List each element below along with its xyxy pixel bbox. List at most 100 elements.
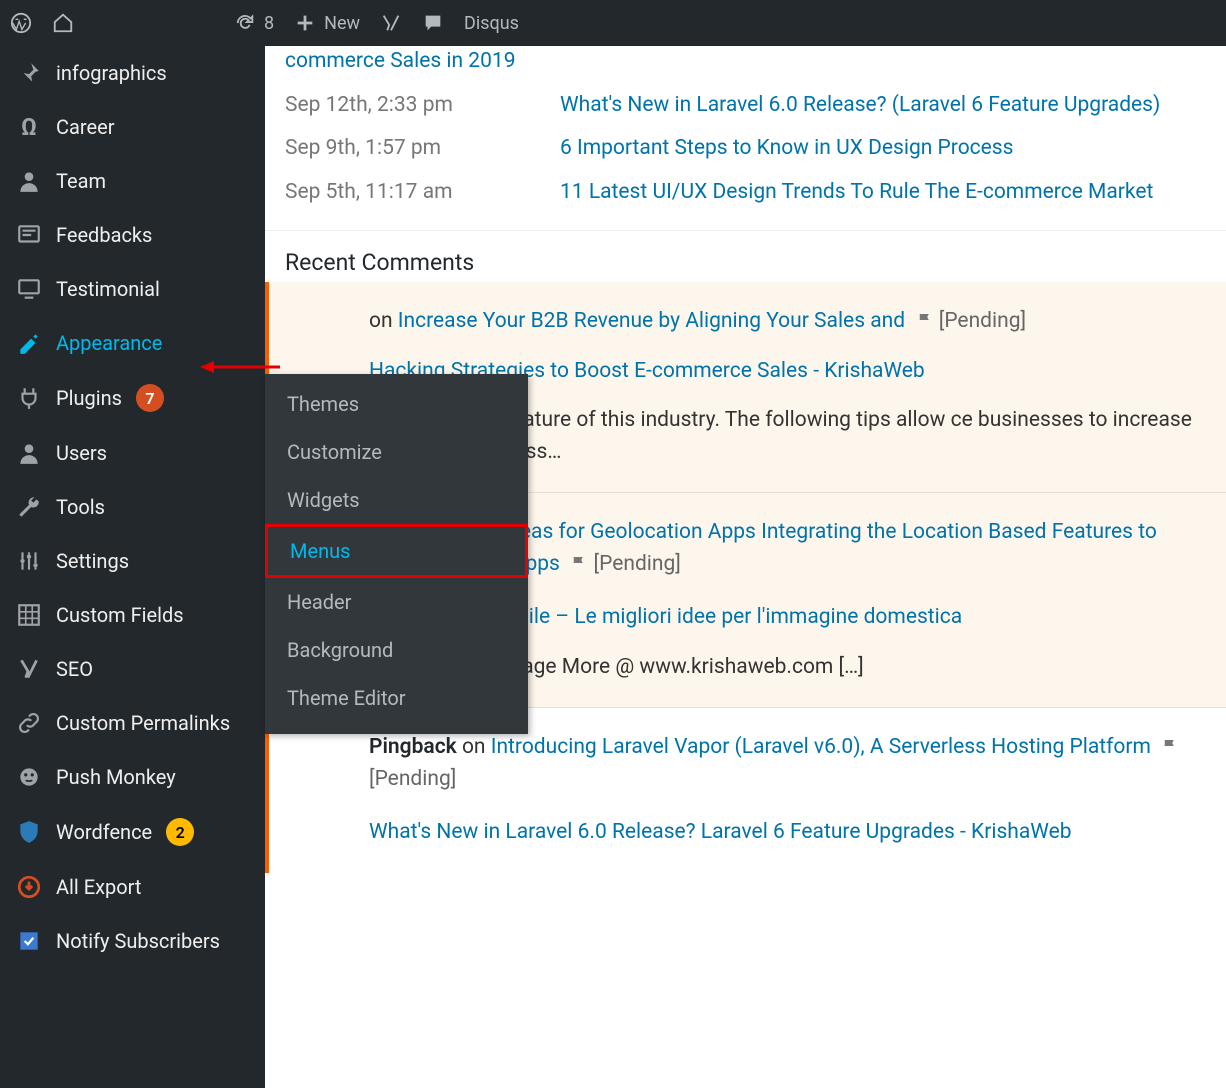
submenu-item-header[interactable]: Header — [265, 578, 528, 626]
post-date: Sep 5th, 11:17 am — [285, 177, 520, 209]
disqus-label: Disqus — [464, 13, 519, 34]
comments-link[interactable] — [412, 12, 454, 34]
wrench-icon — [16, 494, 42, 520]
sidebar-item-label: Push Monkey — [56, 765, 176, 789]
post-link-truncated[interactable]: commerce Sales in 2019 — [285, 49, 516, 73]
admin-sidebar: infographics Ω Career Team Feedbacks Testimon… — [0, 46, 265, 1088]
user-icon — [16, 440, 42, 466]
plugin-icon — [16, 385, 42, 411]
submenu-item-themes[interactable]: Themes — [265, 380, 528, 428]
sidebar-item-label: Feedbacks — [56, 223, 152, 247]
home-icon — [52, 12, 74, 34]
post-link[interactable]: 11 Latest UI/UX Design Trends To Rule Th… — [560, 177, 1153, 209]
comment-target-link[interactable]: Introducing Laravel Vapor (Laravel v6.0)… — [491, 735, 1151, 759]
comment-on: on — [457, 735, 491, 759]
recent-posts: commerce Sales in 2019 Sep 12th, 2:33 pm… — [265, 46, 1226, 231]
flag-icon — [570, 554, 588, 572]
new-content-link[interactable]: New — [284, 12, 370, 34]
site-home[interactable] — [42, 12, 84, 34]
post-link[interactable]: What's New in Laravel 6.0 Release? (Lara… — [560, 90, 1160, 122]
appearance-submenu: ThemesCustomizeWidgetsMenusHeaderBackgro… — [265, 374, 528, 734]
badge: 2 — [166, 818, 194, 846]
feedback-icon — [16, 222, 42, 248]
sidebar-item-career[interactable]: Ω Career — [0, 100, 265, 154]
submenu-item-background[interactable]: Background — [265, 626, 528, 674]
submenu-item-theme-editor[interactable]: Theme Editor — [265, 674, 528, 722]
plus-icon — [294, 12, 316, 34]
flag-icon — [1161, 737, 1179, 755]
sidebar-item-custom-permalinks[interactable]: Custom Permalinks — [0, 696, 265, 750]
updates-link[interactable]: 8 — [224, 12, 284, 34]
comment-icon — [422, 12, 444, 34]
sidebar-item-label: Custom Permalinks — [56, 711, 230, 735]
pin-icon — [16, 60, 42, 86]
monkey-icon — [16, 764, 42, 790]
notify-icon — [16, 928, 42, 954]
sidebar-item-team[interactable]: Team — [0, 154, 265, 208]
badge: 7 — [136, 384, 164, 412]
wp-admin-bar: 8 New Disqus — [0, 0, 1226, 46]
recent-comments-heading: Recent Comments — [265, 231, 1226, 282]
sidebar-item-settings[interactable]: Settings — [0, 534, 265, 588]
post-row: Sep 9th, 1:57 pm 6 Important Steps to Kno… — [285, 133, 1206, 165]
sidebar-item-label: SEO — [56, 657, 93, 681]
sidebar-item-testimonial[interactable]: Testimonial — [0, 262, 265, 316]
refresh-icon — [234, 12, 256, 34]
pending-flag: [Pending] — [570, 552, 681, 576]
sidebar-item-label: Career — [56, 115, 114, 139]
testimonial-icon — [16, 276, 42, 302]
sidebar-item-label: Wordfence — [56, 820, 152, 844]
post-row: Sep 12th, 2:33 pm What's New in Laravel 6… — [285, 90, 1206, 122]
post-row: Sep 5th, 11:17 am 11 Latest UI/UX Design … — [285, 177, 1206, 209]
post-date: Sep 9th, 1:57 pm — [285, 133, 520, 165]
sidebar-item-wordfence[interactable]: Wordfence 2 — [0, 804, 265, 860]
flag-icon — [916, 311, 934, 329]
sidebar-item-label: Notify Subscribers — [56, 929, 220, 953]
shield-icon — [16, 819, 42, 845]
sidebar-item-seo[interactable]: SEO — [0, 642, 265, 696]
wp-logo[interactable] — [0, 12, 42, 34]
sidebar-item-feedbacks[interactable]: Feedbacks — [0, 208, 265, 262]
sidebar-item-label: Appearance — [56, 331, 162, 355]
submenu-item-widgets[interactable]: Widgets — [265, 476, 528, 524]
yoast-link[interactable] — [370, 12, 412, 34]
sidebar-item-infographics[interactable]: infographics — [0, 46, 265, 100]
settings-icon — [16, 548, 42, 574]
wordpress-icon — [10, 12, 32, 34]
sidebar-item-label: Tools — [56, 495, 105, 519]
user-icon — [16, 168, 42, 194]
pingback-label: Pingback — [369, 735, 457, 759]
new-label: New — [324, 13, 360, 34]
sidebar-item-notify-subscribers[interactable]: Notify Subscribers — [0, 914, 265, 968]
submenu-item-customize[interactable]: Customize — [265, 428, 528, 476]
sidebar-item-custom-fields[interactable]: Custom Fields — [0, 588, 265, 642]
seo-icon — [16, 656, 42, 682]
pending-flag: [Pending] — [916, 309, 1027, 333]
sidebar-item-tools[interactable]: Tools — [0, 480, 265, 534]
disqus-link[interactable]: Disqus — [454, 13, 529, 34]
sidebar-item-plugins[interactable]: Plugins 7 — [0, 370, 265, 426]
sidebar-item-label: Users — [56, 441, 107, 465]
sidebar-item-users[interactable]: Users — [0, 426, 265, 480]
annotation-arrow — [200, 357, 280, 377]
sidebar-item-label: Plugins — [56, 386, 122, 410]
sidebar-item-label: Settings — [56, 549, 129, 573]
post-link[interactable]: 6 Important Steps to Know in UX Design P… — [560, 133, 1013, 165]
comment-on: on — [369, 309, 398, 333]
comment-target-link[interactable]: Increase Your B2B Revenue by Aligning Yo… — [398, 309, 905, 333]
post-date: Sep 12th, 2:33 pm — [285, 90, 520, 122]
submenu-item-menus[interactable]: Menus — [265, 524, 528, 578]
comment-sublink[interactable]: What's New in Laravel 6.0 Release? Larav… — [369, 820, 1072, 844]
sidebar-item-push-monkey[interactable]: Push Monkey — [0, 750, 265, 804]
yoast-icon — [380, 12, 402, 34]
sidebar-item-label: Team — [56, 169, 106, 193]
sidebar-item-label: All Export — [56, 875, 141, 899]
sidebar-item-label: Testimonial — [56, 277, 160, 301]
sidebar-item-all-export[interactable]: All Export — [0, 860, 265, 914]
sidebar-item-label: Custom Fields — [56, 603, 184, 627]
export-icon — [16, 874, 42, 900]
omega-icon: Ω — [16, 114, 42, 140]
cfields-icon — [16, 602, 42, 628]
brush-icon — [16, 330, 42, 356]
link-icon — [16, 710, 42, 736]
